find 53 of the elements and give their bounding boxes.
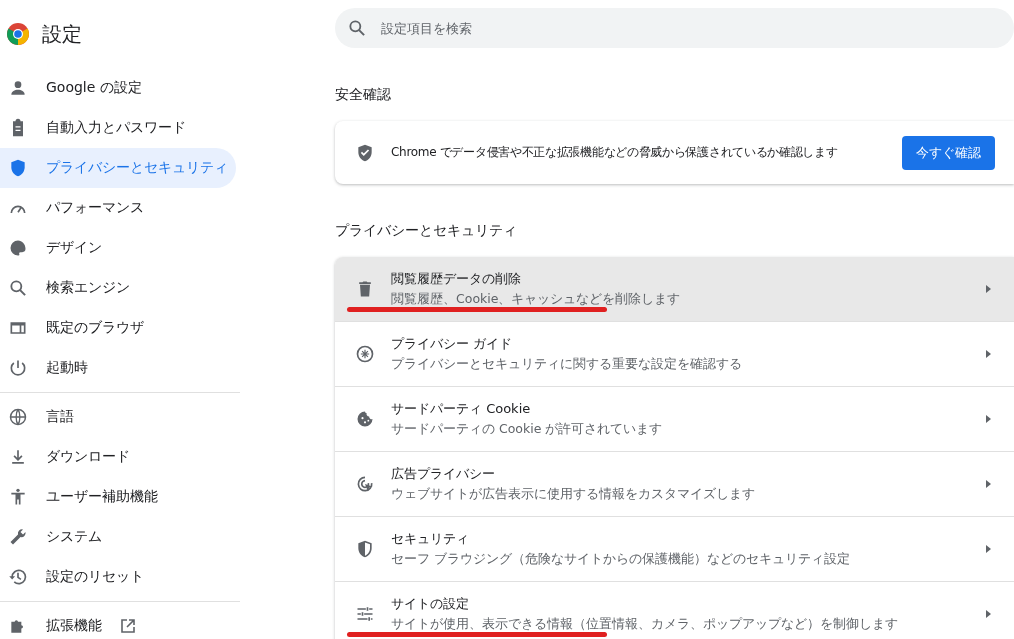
globe-icon xyxy=(8,407,28,427)
power-icon xyxy=(8,358,28,378)
row-description: サイトが使用、表示できる情報（位置情報、カメラ、ポップアップなど）を制御します xyxy=(391,616,899,633)
sidebar-item[interactable]: 言語 xyxy=(0,397,236,437)
sliders-icon xyxy=(355,604,375,624)
settings-row[interactable]: 広告プライバシー ウェブサイトが広告表示に使用する情報をカスタマイズします xyxy=(335,451,1014,516)
wrench-icon xyxy=(8,527,28,547)
sidebar-item[interactable]: ユーザー補助機能 xyxy=(0,477,236,517)
sidebar-item[interactable]: Google の設定 xyxy=(0,68,236,108)
row-title: 広告プライバシー xyxy=(391,465,496,483)
sidebar-item[interactable]: 設定のリセット xyxy=(0,557,236,597)
sidebar-item[interactable]: 起動時 xyxy=(0,348,236,388)
sidebar-item[interactable]: 自動入力とパスワード xyxy=(0,108,236,148)
sidebar-item[interactable]: 検索エンジン xyxy=(0,268,236,308)
sidebar-item[interactable]: 拡張機能 xyxy=(0,606,236,639)
person-icon xyxy=(8,78,28,98)
history-icon xyxy=(8,567,28,587)
settings-row[interactable]: サードパーティ Cookie サードパーティの Cookie が許可されています xyxy=(335,386,1014,451)
cookie-icon xyxy=(355,409,375,429)
section-heading: 安全確認 xyxy=(335,86,392,104)
sidebar-item[interactable]: パフォーマンス xyxy=(0,188,236,228)
shield-half-icon xyxy=(355,539,375,559)
sidebar-item[interactable]: ダウンロード xyxy=(0,437,236,477)
sidebar-item[interactable]: プライバシーとセキュリティ xyxy=(0,148,236,188)
section-heading: プライバシーとセキュリティ xyxy=(335,222,518,240)
safety-check-text: Chrome でデータ侵害や不正な拡張機能などの脅威から保護されているか確認します xyxy=(391,144,839,161)
row-description: セーフ ブラウジング（危険なサイトからの保護機能）などのセキュリティ設定 xyxy=(391,551,851,568)
compass-icon xyxy=(355,344,375,364)
check-now-button[interactable]: 今すぐ確認 xyxy=(902,135,995,170)
row-title: サイトの設定 xyxy=(391,595,470,613)
search-field[interactable]: 設定項目を検索 xyxy=(335,8,1014,48)
sidebar-item[interactable]: システム xyxy=(0,517,236,557)
row-title: セキュリティ xyxy=(391,530,470,548)
search-icon xyxy=(8,278,28,298)
app-title: 設定 xyxy=(42,20,82,48)
browser-logo-icon xyxy=(6,22,30,46)
row-description: サードパーティの Cookie が許可されています xyxy=(391,421,664,438)
sidebar-item[interactable]: 既定のブラウザ xyxy=(0,308,236,348)
row-title: サードパーティ Cookie xyxy=(391,400,532,418)
shield-check-icon xyxy=(355,142,375,163)
settings-row[interactable]: プライバシー ガイド プライバシーとセキュリティに関する重要な設定を確認する xyxy=(335,321,1014,386)
settings-row[interactable]: 閲覧履歴データの削除 閲覧履歴、Cookie、キャッシュなどを削除します xyxy=(335,257,1014,321)
accessibility-icon xyxy=(8,487,28,507)
sidebar-item[interactable]: デザイン xyxy=(0,228,236,268)
row-title: プライバシー ガイド xyxy=(391,335,514,353)
settings-row[interactable]: セキュリティ セーフ ブラウジング（危険なサイトからの保護機能）などのセキュリティ設定 xyxy=(335,516,1014,581)
search-icon xyxy=(347,18,367,38)
row-description: 閲覧履歴、Cookie、キャッシュなどを削除します xyxy=(391,291,682,308)
row-description: ウェブサイトが広告表示に使用する情報をカスタマイズします xyxy=(391,486,756,503)
shield-icon xyxy=(8,158,28,178)
row-description: プライバシーとセキュリティに関する重要な設定を確認する xyxy=(391,356,743,373)
settings-row[interactable]: サイトの設定 サイトが使用、表示できる情報（位置情報、カメラ、ポップアップなど）を制御します xyxy=(335,581,1014,639)
row-title: 閲覧履歴データの削除 xyxy=(391,270,522,288)
